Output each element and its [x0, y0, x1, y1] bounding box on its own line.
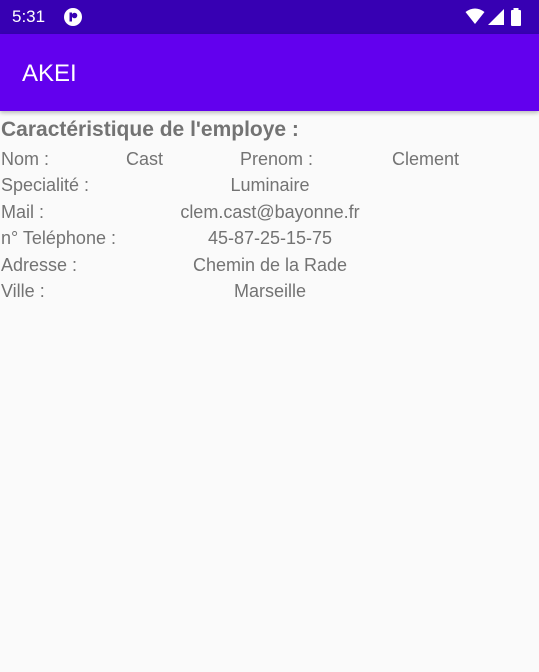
status-time: 5:31	[12, 7, 46, 26]
section-title: Caractéristique de l'employe :	[1, 118, 299, 141]
nom-label: Nom :	[1, 149, 50, 169]
status-icons	[465, 7, 529, 27]
nom-row: Nom : Cast Prenom : Clement	[0, 146, 539, 172]
telephone-label: n° Teléphone :	[1, 228, 116, 248]
prenom-value: Clement	[392, 149, 460, 169]
telephone-value: 45-87-25-15-75	[207, 228, 333, 248]
mail-row: Mail : clem.cast@bayonne.fr	[0, 199, 539, 225]
adresse-row: Adresse : Chemin de la Rade	[0, 252, 539, 278]
app-bar: AKEI	[0, 34, 539, 111]
battery-icon	[511, 8, 521, 26]
telephone-row: n° Teléphone : 45-87-25-15-75	[0, 225, 539, 251]
specialite-row: Specialité : Luminaire	[0, 172, 539, 198]
mail-value: clem.cast@bayonne.fr	[180, 202, 360, 222]
specialite-label: Specialité :	[1, 175, 90, 195]
app-notification-icon	[64, 8, 82, 26]
app-title: AKEI	[22, 60, 77, 87]
adresse-label: Adresse :	[1, 255, 78, 275]
ville-row: Ville : Marseille	[0, 278, 539, 304]
prenom-label: Prenom :	[240, 149, 314, 169]
nom-value: Cast	[126, 149, 164, 169]
adresse-value: Chemin de la Rade	[192, 255, 348, 275]
mail-label: Mail :	[1, 202, 45, 222]
specialite-value: Luminaire	[230, 175, 310, 195]
signal-icon	[488, 9, 504, 25]
status-bar: 5:31	[0, 0, 539, 34]
ville-value: Marseille	[233, 281, 307, 301]
ville-label: Ville :	[1, 281, 45, 301]
wifi-icon	[465, 8, 485, 24]
